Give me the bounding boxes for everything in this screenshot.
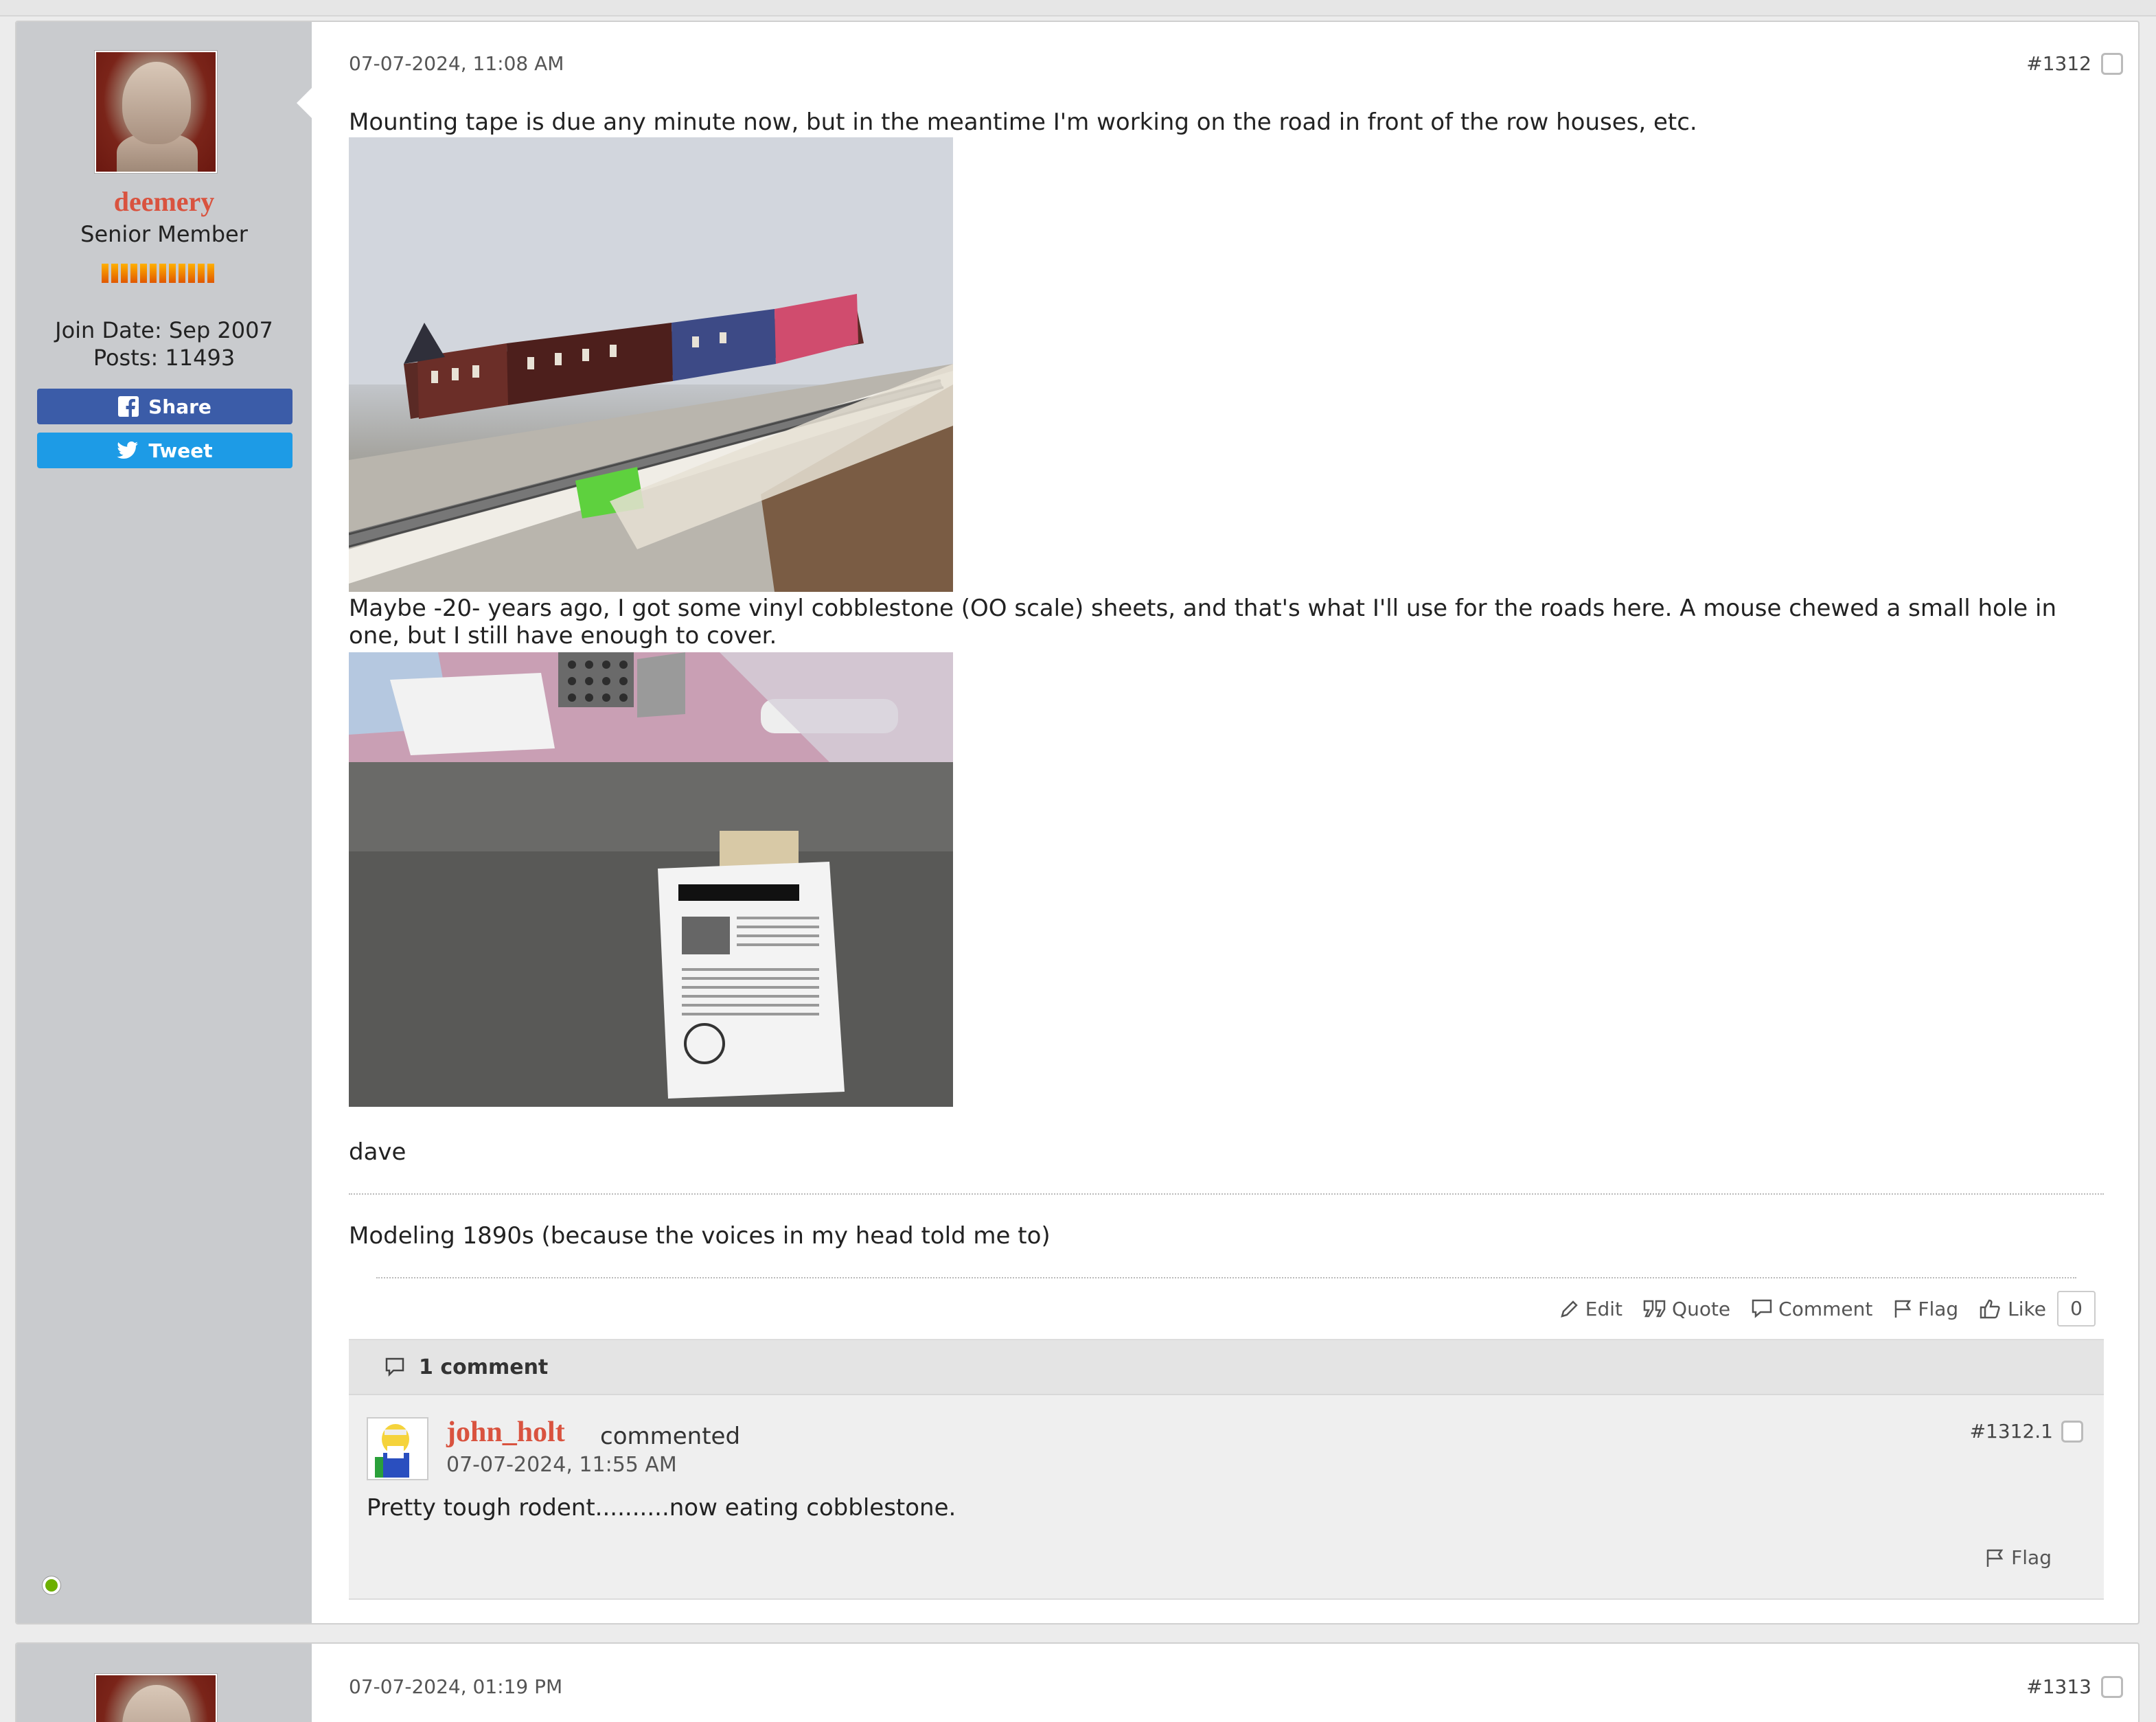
comments-count: 1 comment [419,1355,549,1379]
twitter-icon [117,441,139,460]
user-signature: Modeling 1890s (because the voices in my… [349,1222,1051,1250]
forum-post: deemery Senior Member Join Date: Sep 200… [15,21,2140,1625]
comments-header[interactable]: 1 comment [349,1340,2104,1395]
edit-icon [1559,1298,1580,1319]
avatar[interactable] [367,1417,428,1480]
quote-label: Quote [1672,1297,1731,1320]
page-top-border [0,0,2156,16]
post-number-area: #1312 [2026,52,2123,75]
comment-author-username[interactable]: john_holt [446,1416,565,1449]
facebook-icon [118,396,139,417]
share-label: Share [148,395,211,418]
like-label: Like [2008,1297,2046,1320]
edit-label: Edit [1585,1297,1623,1320]
comment-button[interactable]: Comment [1751,1298,1872,1320]
quote-icon [1643,1299,1666,1318]
like-button[interactable]: Like [1979,1298,2046,1320]
twitter-tweet-button[interactable]: Tweet [37,433,293,468]
post-content: 07-07-2024, 11:08 AM #1312 Mounting tape… [349,22,2123,1623]
post-number-area: #1313 [2026,1675,2123,1698]
comment-number-area: #1312.1 [1970,1420,2083,1443]
actions-divider [376,1277,2076,1278]
comment-number-link[interactable]: #1312.1 [1970,1420,2053,1443]
post-text-paragraph: Mounting tape is due any minute now, but… [349,108,1697,136]
comment-text: Pretty tough rodent..........now eating … [367,1494,956,1522]
like-count: 0 [2057,1291,2096,1327]
forum-post: 07-07-2024, 01:19 PM #1313 [15,1642,2140,1722]
post-text-paragraph: Maybe -20- years ago, I got some vinyl c… [349,595,2057,650]
flag-button[interactable]: Flag [1893,1298,1958,1320]
avatar[interactable] [94,1673,218,1722]
comment-select-checkbox[interactable] [2061,1420,2083,1443]
flag-icon [1985,1548,2004,1568]
post-date: 07-07-2024, 01:19 PM [349,1675,563,1698]
avatar[interactable] [94,50,218,174]
edit-button[interactable]: Edit [1559,1298,1622,1320]
tweet-label: Tweet [148,439,213,462]
post-select-checkbox[interactable] [2101,52,2123,75]
join-date: Join Date: Sep 2007 [55,317,273,343]
post-author-sidebar [16,1644,312,1722]
post-image-cobblestone-sheets[interactable] [349,652,953,1107]
facebook-share-button[interactable]: Share [37,389,293,424]
comment-bubble-icon [385,1357,405,1377]
comment-label: Comment [1778,1297,1873,1320]
reputation-bar [102,264,214,283]
post-number-link[interactable]: #1312 [2026,52,2091,75]
comment-flag-label: Flag [2011,1546,2052,1569]
comment-date: 07-07-2024, 11:55 AM [446,1453,677,1477]
post-select-checkbox[interactable] [2101,1675,2123,1698]
comments-section: 1 comment john_holt commented 07-07-2024… [349,1339,2104,1600]
post-actions: Edit Quote Comment Flag Like 0 [1559,1291,2096,1327]
comment-verb: commented [600,1423,741,1450]
signature-divider [349,1193,2104,1195]
flag-label: Flag [1918,1297,1959,1320]
post-count: Posts: 11493 [93,345,236,371]
post-author-sidebar: deemery Senior Member Join Date: Sep 200… [16,22,312,1623]
comment-icon [1751,1298,1773,1319]
sidebar-pointer [297,88,312,118]
author-username[interactable]: deemery [16,185,312,218]
post-date: 07-07-2024, 11:08 AM [349,52,564,75]
flag-icon [1893,1298,1912,1319]
like-icon [1979,1298,2002,1319]
online-status-indicator [42,1576,61,1595]
quote-button[interactable]: Quote [1643,1298,1730,1320]
post-image-row-houses[interactable] [349,137,953,592]
author-rank: Senior Member [80,221,248,247]
post-signoff: dave [349,1138,406,1166]
post-number-link[interactable]: #1313 [2026,1675,2091,1698]
post-content: 07-07-2024, 01:19 PM #1313 [349,1644,2123,1722]
comment-flag-button[interactable]: Flag [1985,1546,2052,1569]
